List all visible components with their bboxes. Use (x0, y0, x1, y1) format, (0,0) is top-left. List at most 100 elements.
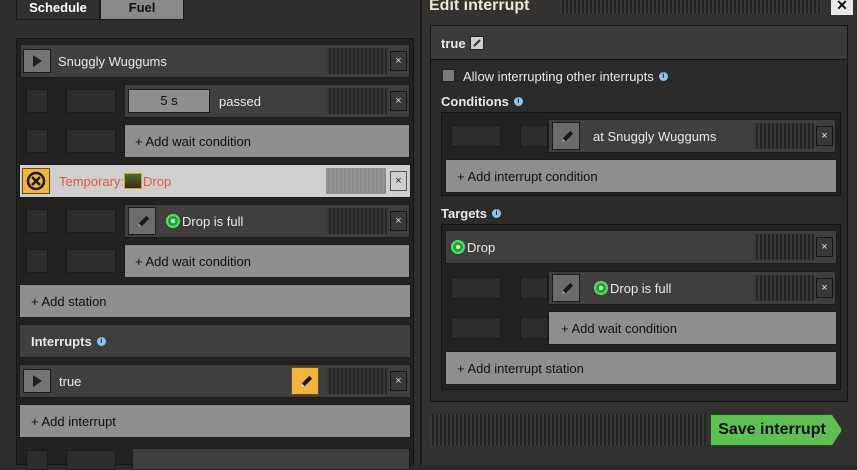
partial-row (132, 448, 410, 470)
edit-interrupt-button[interactable] (291, 367, 319, 395)
condition-and-or-slot[interactable] (26, 209, 48, 233)
drag-handle[interactable] (327, 88, 387, 114)
cross-circle-icon (26, 171, 46, 191)
add-interrupt-condition-button[interactable]: + Add interrupt condition (445, 159, 837, 193)
wait-time-value[interactable]: 5 s (128, 89, 210, 113)
drag-handle[interactable] (754, 275, 814, 301)
add-wait-condition-button[interactable]: + Add wait condition (124, 124, 410, 158)
condition-and-or-slot[interactable] (451, 125, 501, 147)
add-wait-condition-label: + Add wait condition (135, 253, 251, 269)
condition-type-slot[interactable] (66, 209, 116, 233)
condition-type-slot[interactable] (520, 125, 548, 147)
condition-type-slot[interactable] (520, 277, 548, 299)
drag-handle[interactable] (327, 208, 387, 234)
allow-interrupting-checkbox[interactable] (442, 69, 455, 82)
remove-target-button[interactable]: × (816, 237, 833, 257)
drag-handle[interactable] (327, 368, 387, 394)
targets-heading-text: Targets (441, 205, 487, 221)
add-interrupt-button[interactable]: + Add interrupt (19, 404, 411, 438)
edit-condition-button[interactable] (552, 274, 580, 302)
condition-text: Drop is full (182, 213, 244, 229)
interrupt-title-name: true (441, 26, 484, 60)
bottom-drag-bar[interactable] (430, 414, 706, 446)
edit-condition-button[interactable] (128, 207, 156, 235)
partial-slot (66, 450, 116, 470)
condition-slot (520, 317, 548, 339)
targets-heading: Targets i (441, 204, 501, 222)
interrupt-condition-text: at Snuggly Wuggums (593, 128, 717, 144)
remove-condition-button[interactable]: × (816, 278, 833, 298)
info-icon: i (658, 71, 668, 81)
add-interrupt-station-button[interactable]: + Add interrupt station (445, 351, 837, 385)
add-wait-condition-label: + Add wait condition (135, 133, 251, 149)
wait-time-text: 5 s (160, 93, 178, 108)
close-icon: ✕ (836, 0, 848, 13)
add-wait-condition-label: + Add wait condition (561, 320, 677, 336)
pencil-icon (472, 39, 481, 47)
partial-slot (26, 450, 48, 470)
pencil-icon (561, 282, 574, 295)
condition-and-or-slot[interactable] (451, 277, 501, 299)
temporary-station-name: Temporary: Drop (59, 164, 171, 198)
close-window-button[interactable]: ✕ (830, 0, 854, 16)
remove-interrupt-button[interactable]: × (390, 371, 407, 391)
add-wait-condition-button[interactable]: + Add wait condition (124, 244, 410, 278)
remove-station-button[interactable]: × (390, 51, 407, 71)
remove-condition-button[interactable]: × (390, 91, 407, 111)
pencil-icon (300, 375, 313, 388)
interrupt-name-text: true (441, 35, 466, 51)
rename-icon[interactable] (469, 36, 484, 50)
interrupts-heading: Interrupts i (31, 324, 106, 358)
target-condition-text: Drop is full (610, 280, 672, 296)
remove-condition-button[interactable]: × (816, 126, 833, 146)
drag-handle[interactable] (327, 48, 387, 74)
allow-interrupting-label: Allow interrupting other interrupts i (463, 67, 668, 85)
pencil-icon (561, 130, 574, 143)
wait-condition-label: Drop is full (166, 204, 243, 238)
save-interrupt-button[interactable]: Save interrupt (710, 414, 842, 446)
conditions-heading-text: Conditions (441, 93, 509, 109)
circuit-signal-icon (451, 240, 465, 254)
conditions-heading: Conditions i (441, 92, 523, 110)
remove-temporary-station-button[interactable]: × (390, 171, 407, 191)
play-station-button[interactable] (23, 49, 51, 73)
add-station-button[interactable]: + Add station (19, 284, 411, 318)
info-icon: i (492, 208, 501, 218)
allow-interrupting-text: Allow interrupting other interrupts (463, 68, 654, 84)
target-station-name: Drop (467, 239, 496, 255)
drag-handle[interactable] (326, 168, 386, 194)
drag-handle[interactable] (754, 123, 814, 149)
condition-slot (66, 129, 116, 153)
add-wait-condition-button[interactable]: + Add wait condition (548, 311, 837, 345)
pencil-icon (137, 215, 150, 228)
remove-condition-button[interactable]: × (390, 211, 407, 231)
play-interrupt-button[interactable] (23, 369, 51, 393)
condition-type-slot[interactable] (66, 89, 116, 113)
save-interrupt-label: Save interrupt (718, 421, 826, 438)
temporary-remove-icon[interactable] (22, 168, 50, 194)
edit-condition-button[interactable] (552, 122, 580, 150)
info-icon: i (96, 336, 106, 346)
add-station-label: + Add station (31, 293, 107, 309)
condition-slot (66, 249, 116, 273)
drag-handle[interactable] (754, 234, 814, 260)
circuit-signal-icon (594, 281, 608, 295)
edit-interrupt-title: Edit interrupt (429, 0, 530, 14)
condition-and-or-slot[interactable] (26, 89, 48, 113)
interrupts-heading-text: Interrupts (31, 333, 92, 349)
tab-schedule[interactable]: Schedule (16, 0, 100, 20)
interrupt-name: true (59, 373, 82, 389)
temporary-prefix: Temporary: (59, 173, 125, 189)
tab-fuel[interactable]: Fuel (100, 0, 184, 20)
info-icon: i (513, 96, 523, 106)
add-interrupt-label: + Add interrupt (31, 413, 116, 429)
add-interrupt-condition-label: + Add interrupt condition (457, 168, 598, 184)
window-drag-bar[interactable] (560, 0, 822, 14)
station-name: Snuggly Wuggums (58, 53, 167, 69)
condition-slot (451, 317, 501, 339)
train-stop-icon (124, 173, 143, 189)
wait-time-label: passed (219, 93, 261, 109)
circuit-signal-icon (166, 214, 180, 228)
add-interrupt-station-label: + Add interrupt station (457, 360, 584, 376)
interrupt-name-bar (431, 26, 847, 60)
